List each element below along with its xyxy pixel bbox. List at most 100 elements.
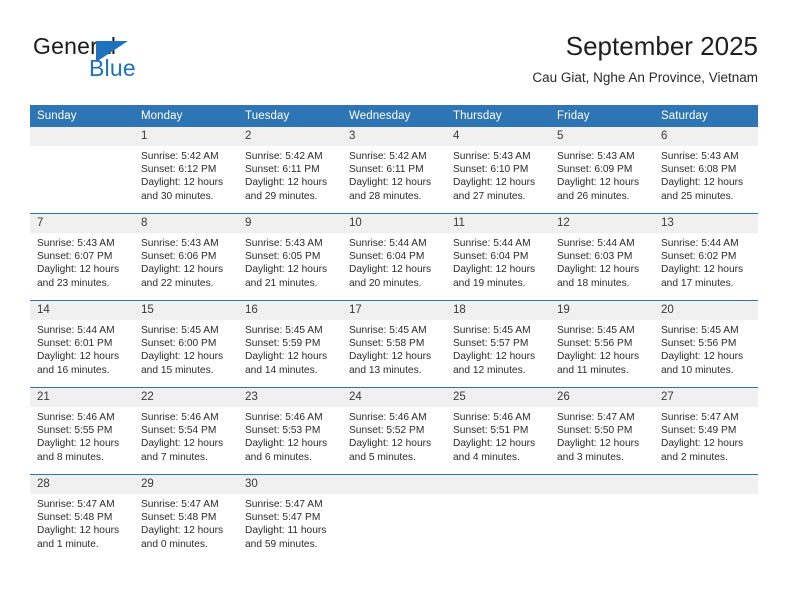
daylight-text-line2: and 17 minutes. (661, 277, 734, 289)
daylight-text-line1: Daylight: 12 hours (661, 351, 744, 363)
day-cell[interactable]: 7 Sunrise: 5:43 AM Sunset: 6:07 PM Daylight… (30, 213, 134, 301)
day-number: 1 (134, 127, 238, 146)
day-number (446, 475, 550, 494)
calendar-week-row: 28 Sunrise: 5:47 AM Sunset: 5:48 PM Dayligh… (30, 474, 758, 561)
day-cell[interactable]: 6 Sunrise: 5:43 AM Sunset: 6:08 PM Daylight… (654, 127, 758, 214)
day-cell[interactable]: 13 Sunrise: 5:44 AM Sunset: 6:02 PM Dayligh… (654, 213, 758, 301)
sunrise-text: Sunrise: 5:46 AM (141, 412, 219, 423)
day-cell[interactable]: 24 Sunrise: 5:46 AM Sunset: 5:52 PM Dayligh… (342, 387, 446, 475)
daylight-text-line1: Daylight: 12 hours (141, 264, 224, 276)
sunset-text: Sunset: 6:10 PM (453, 164, 529, 176)
sunset-text: Sunset: 6:03 PM (557, 251, 633, 263)
day-cell[interactable]: 29 Sunrise: 5:47 AM Sunset: 5:48 PM Dayligh… (134, 474, 238, 561)
sunset-text: Sunset: 6:06 PM (141, 251, 217, 263)
daylight-text-line1: Daylight: 12 hours (245, 438, 328, 450)
day-cell-inner: 18 Sunrise: 5:45 AM Sunset: 5:57 PM Dayligh… (446, 301, 550, 387)
day-cell[interactable]: 12 Sunrise: 5:44 AM Sunset: 6:03 PM Dayligh… (550, 213, 654, 301)
day-details: Sunrise: 5:44 AM Sunset: 6:01 PM Daylight:… (30, 320, 134, 377)
daylight-text-line2: and 6 minutes. (245, 451, 312, 463)
day-cell[interactable]: 26 Sunrise: 5:47 AM Sunset: 5:50 PM Dayligh… (550, 387, 654, 475)
daylight-text-line2: and 18 minutes. (557, 277, 630, 289)
day-cell[interactable]: 17 Sunrise: 5:45 AM Sunset: 5:58 PM Dayligh… (342, 300, 446, 388)
daylight-text-line2: and 22 minutes. (141, 277, 214, 289)
sunrise-text: Sunrise: 5:42 AM (349, 151, 427, 162)
day-cell[interactable]: 14 Sunrise: 5:44 AM Sunset: 6:01 PM Dayligh… (30, 300, 134, 388)
sunset-text: Sunset: 5:54 PM (141, 425, 217, 437)
sunrise-text: Sunrise: 5:45 AM (141, 325, 219, 336)
sunset-text: Sunset: 5:58 PM (349, 338, 425, 350)
day-cell-inner (30, 127, 134, 213)
day-details: Sunrise: 5:45 AM Sunset: 6:00 PM Daylight:… (134, 320, 238, 377)
day-cell[interactable]: 1 Sunrise: 5:42 AM Sunset: 6:12 PM Daylight… (134, 127, 238, 214)
day-cell[interactable]: 2 Sunrise: 5:42 AM Sunset: 6:11 PM Daylight… (238, 127, 342, 214)
day-cell-inner: 20 Sunrise: 5:45 AM Sunset: 5:56 PM Dayligh… (654, 301, 758, 387)
day-cell-inner: 30 Sunrise: 5:47 AM Sunset: 5:47 PM Dayligh… (238, 475, 342, 561)
day-details: Sunrise: 5:47 AM Sunset: 5:47 PM Daylight:… (238, 494, 342, 551)
daylight-text-line2: and 11 minutes. (557, 364, 629, 376)
sunset-text: Sunset: 5:51 PM (453, 425, 529, 437)
day-cell-inner: 7 Sunrise: 5:43 AM Sunset: 6:07 PM Daylight… (30, 214, 134, 300)
sunset-text: Sunset: 6:09 PM (557, 164, 633, 176)
weekday-header-saturday: Saturday (654, 105, 758, 127)
day-cell-inner: 12 Sunrise: 5:44 AM Sunset: 6:03 PM Dayligh… (550, 214, 654, 300)
day-number: 26 (550, 388, 654, 407)
calendar-week-row: 1 Sunrise: 5:42 AM Sunset: 6:12 PM Daylight… (30, 127, 758, 214)
daylight-text-line1: Daylight: 12 hours (661, 264, 744, 276)
daylight-text-line1: Daylight: 12 hours (37, 525, 120, 537)
day-cell[interactable]: 28 Sunrise: 5:47 AM Sunset: 5:48 PM Dayligh… (30, 474, 134, 561)
day-number: 19 (550, 301, 654, 320)
day-number: 7 (30, 214, 134, 233)
day-details: Sunrise: 5:46 AM Sunset: 5:55 PM Daylight:… (30, 407, 134, 464)
day-number: 17 (342, 301, 446, 320)
sunset-text: Sunset: 6:08 PM (661, 164, 737, 176)
day-number: 6 (654, 127, 758, 146)
sunset-text: Sunset: 6:02 PM (661, 251, 737, 263)
day-details: Sunrise: 5:44 AM Sunset: 6:04 PM Daylight:… (446, 233, 550, 290)
day-cell-inner: 10 Sunrise: 5:44 AM Sunset: 6:04 PM Dayligh… (342, 214, 446, 300)
sunrise-text: Sunrise: 5:43 AM (141, 238, 219, 249)
day-cell[interactable]: 10 Sunrise: 5:44 AM Sunset: 6:04 PM Dayligh… (342, 213, 446, 301)
day-cell[interactable]: 30 Sunrise: 5:47 AM Sunset: 5:47 PM Dayligh… (238, 474, 342, 561)
sunrise-text: Sunrise: 5:46 AM (453, 412, 531, 423)
day-cell[interactable]: 8 Sunrise: 5:43 AM Sunset: 6:06 PM Daylight… (134, 213, 238, 301)
day-cell[interactable]: 3 Sunrise: 5:42 AM Sunset: 6:11 PM Daylight… (342, 127, 446, 214)
daylight-text-line1: Daylight: 12 hours (453, 438, 536, 450)
sunrise-text: Sunrise: 5:47 AM (557, 412, 635, 423)
day-cell-inner: 5 Sunrise: 5:43 AM Sunset: 6:09 PM Daylight… (550, 127, 654, 213)
day-cell[interactable]: 11 Sunrise: 5:44 AM Sunset: 6:04 PM Dayligh… (446, 213, 550, 301)
day-cell[interactable]: 25 Sunrise: 5:46 AM Sunset: 5:51 PM Dayligh… (446, 387, 550, 475)
day-cell[interactable]: 5 Sunrise: 5:43 AM Sunset: 6:09 PM Daylight… (550, 127, 654, 214)
day-details: Sunrise: 5:44 AM Sunset: 6:02 PM Daylight:… (654, 233, 758, 290)
day-cell[interactable]: 20 Sunrise: 5:45 AM Sunset: 5:56 PM Dayligh… (654, 300, 758, 388)
day-cell-empty (550, 474, 654, 561)
day-cell[interactable]: 22 Sunrise: 5:46 AM Sunset: 5:54 PM Dayligh… (134, 387, 238, 475)
day-details: Sunrise: 5:47 AM Sunset: 5:48 PM Daylight:… (30, 494, 134, 551)
day-cell[interactable]: 18 Sunrise: 5:45 AM Sunset: 5:57 PM Dayligh… (446, 300, 550, 388)
day-cell[interactable]: 16 Sunrise: 5:45 AM Sunset: 5:59 PM Dayligh… (238, 300, 342, 388)
daylight-text-line2: and 14 minutes. (245, 364, 318, 376)
day-cell[interactable]: 23 Sunrise: 5:46 AM Sunset: 5:53 PM Dayligh… (238, 387, 342, 475)
day-cell[interactable]: 19 Sunrise: 5:45 AM Sunset: 5:56 PM Dayligh… (550, 300, 654, 388)
day-cell[interactable]: 21 Sunrise: 5:46 AM Sunset: 5:55 PM Dayligh… (30, 387, 134, 475)
day-number: 24 (342, 388, 446, 407)
day-cell[interactable]: 27 Sunrise: 5:47 AM Sunset: 5:49 PM Dayligh… (654, 387, 758, 475)
sunset-text: Sunset: 5:56 PM (557, 338, 633, 350)
day-details: Sunrise: 5:45 AM Sunset: 5:56 PM Daylight:… (654, 320, 758, 377)
daylight-text-line1: Daylight: 12 hours (349, 177, 432, 189)
day-number: 10 (342, 214, 446, 233)
day-number: 22 (134, 388, 238, 407)
day-cell-inner: 28 Sunrise: 5:47 AM Sunset: 5:48 PM Dayligh… (30, 475, 134, 561)
title-block: September 2025 Cau Giat, Nghe An Provinc… (532, 30, 758, 86)
day-cell-inner (446, 475, 550, 561)
sunset-text: Sunset: 5:52 PM (349, 425, 425, 437)
day-cell[interactable]: 4 Sunrise: 5:43 AM Sunset: 6:10 PM Daylight… (446, 127, 550, 214)
day-number: 18 (446, 301, 550, 320)
day-cell[interactable]: 9 Sunrise: 5:43 AM Sunset: 6:05 PM Daylight… (238, 213, 342, 301)
weekday-header-monday: Monday (134, 105, 238, 127)
daylight-text-line2: and 29 minutes. (245, 190, 318, 202)
daylight-text-line2: and 19 minutes. (453, 277, 526, 289)
sunrise-text: Sunrise: 5:45 AM (557, 325, 635, 336)
daylight-text-line1: Daylight: 12 hours (245, 264, 328, 276)
day-cell[interactable]: 15 Sunrise: 5:45 AM Sunset: 6:00 PM Dayligh… (134, 300, 238, 388)
day-number: 27 (654, 388, 758, 407)
